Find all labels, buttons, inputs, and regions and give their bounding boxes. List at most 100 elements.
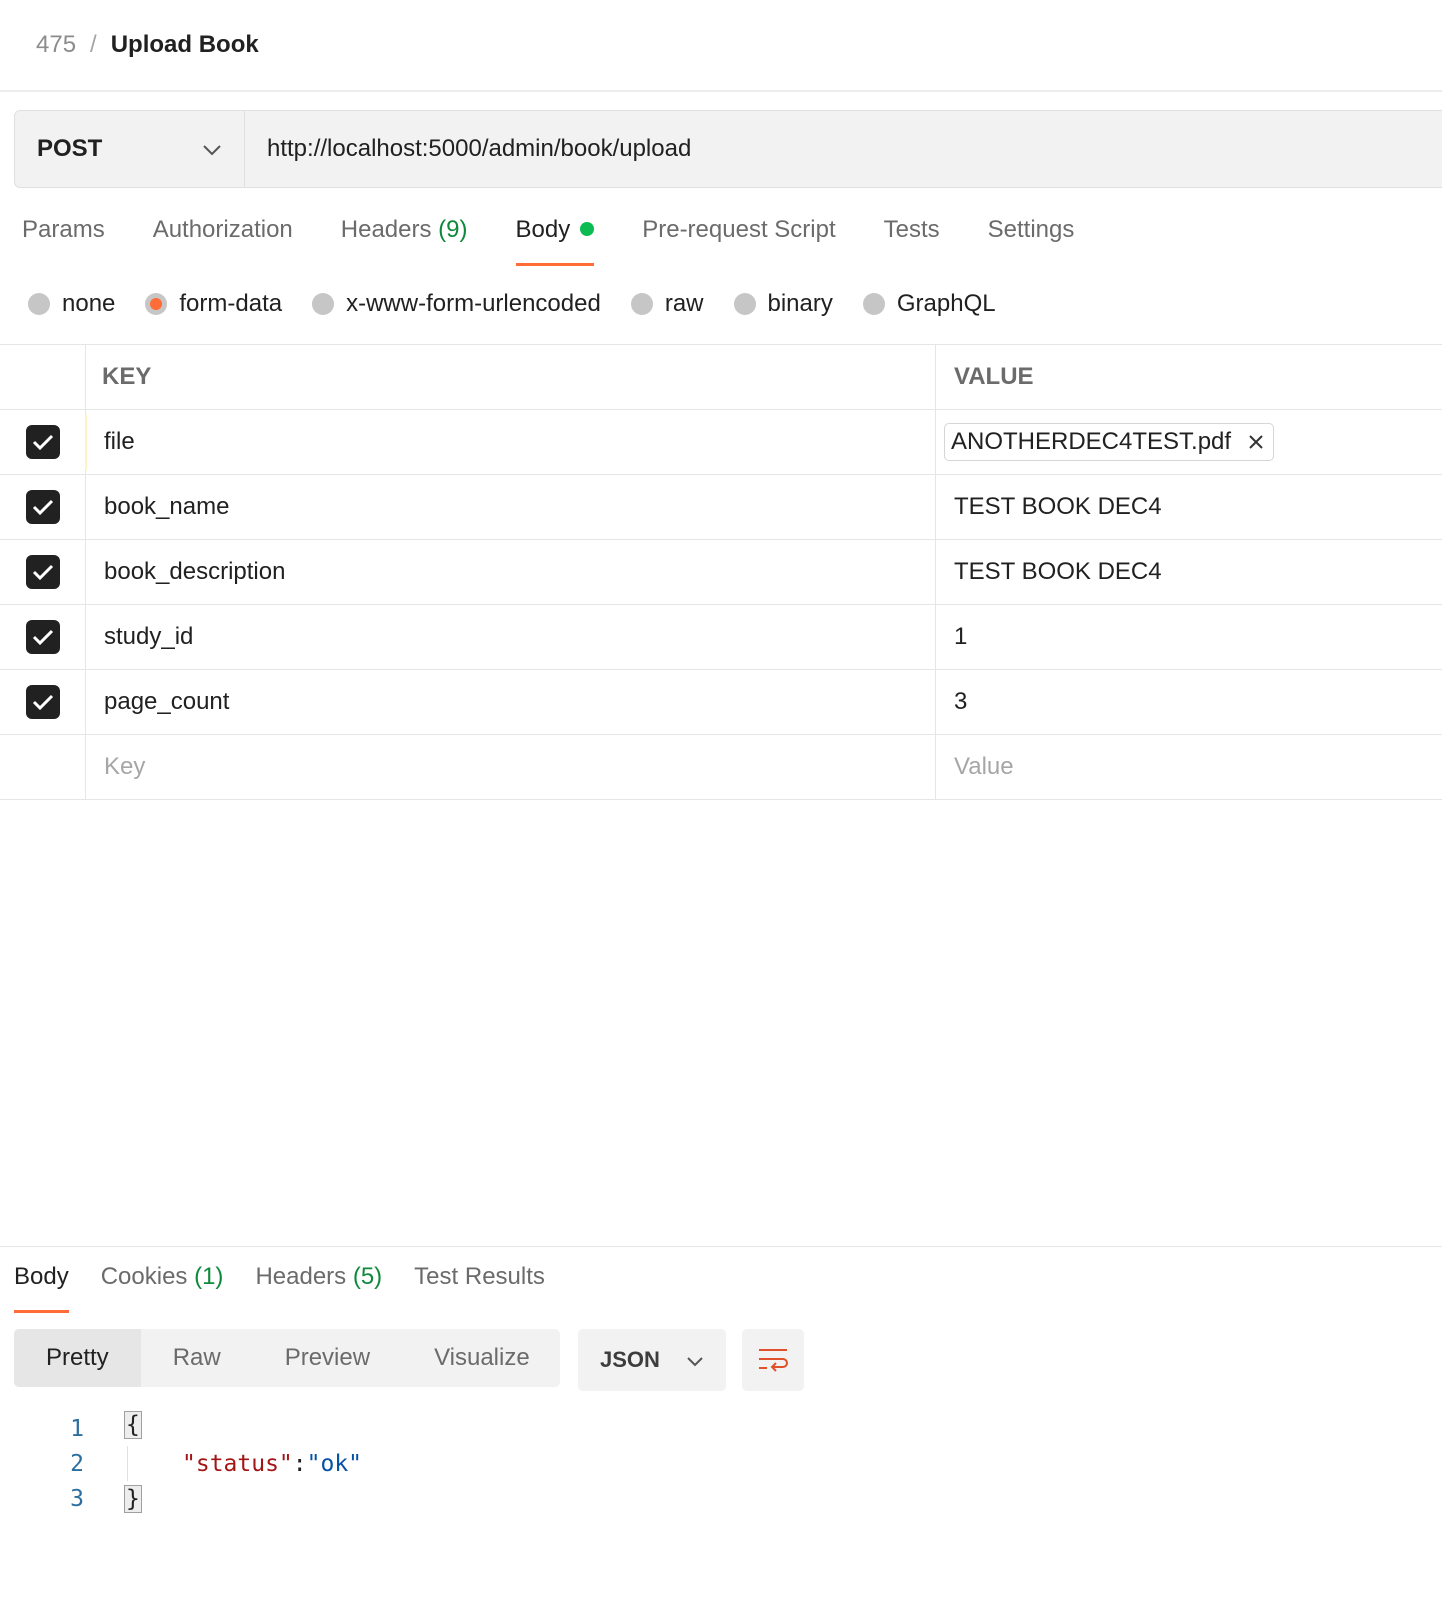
body-type-options: none form-data x-www-form-urlencoded raw… <box>28 290 1026 318</box>
tab-params[interactable]: Params <box>22 216 105 266</box>
file-chip: ANOTHERDEC4TEST.pdf <box>944 423 1275 461</box>
radio-x-www-form-urlencoded[interactable]: x-www-form-urlencoded <box>312 290 601 318</box>
row-check-cell <box>0 540 86 604</box>
table-header: KEY VALUE <box>0 345 1442 410</box>
code-line: 3 } <box>0 1481 362 1516</box>
row-checkbox[interactable] <box>25 555 60 589</box>
line-number: 3 <box>70 1485 84 1512</box>
row-check-cell <box>0 670 86 734</box>
radio-graphql[interactable]: GraphQL <box>862 290 996 318</box>
code-line: 2 "status": "ok" <box>0 1446 362 1481</box>
radio-button[interactable] <box>733 293 756 315</box>
value-field[interactable]: 1 <box>936 605 1442 669</box>
format-select[interactable]: JSON <box>578 1329 726 1391</box>
file-name: ANOTHERDEC4TEST.pdf <box>951 428 1232 455</box>
value-field[interactable]: 3 <box>936 670 1442 734</box>
code-line: 1 { <box>0 1411 362 1446</box>
response-tab-cookies[interactable]: Cookies (1) <box>101 1263 224 1313</box>
response-code: 1 { 2 "status": "ok" 3 } <box>0 1411 362 1516</box>
body-modified-dot <box>580 221 595 236</box>
response-panel: Body Cookies (1) Headers (5) Test Result… <box>0 1246 1442 1513</box>
radio-form-data[interactable]: form-data <box>145 290 282 318</box>
row-check-cell <box>0 410 86 474</box>
column-header-key: KEY <box>86 345 936 409</box>
view-visualize-button[interactable]: Visualize <box>402 1329 562 1387</box>
table-row: file ANOTHERDEC4TEST.pdf <box>0 410 1442 475</box>
key-field[interactable]: page_count <box>86 670 936 734</box>
method-label: POST <box>37 135 103 162</box>
radio-button[interactable] <box>312 293 335 315</box>
response-tab-body[interactable]: Body <box>14 1263 69 1313</box>
radio-button-selected[interactable] <box>145 293 168 315</box>
close-icon[interactable] <box>1247 433 1265 451</box>
radio-button[interactable] <box>28 293 50 315</box>
breadcrumb-parent[interactable]: 475 <box>36 31 76 59</box>
view-pretty-button[interactable]: Pretty <box>14 1329 141 1387</box>
column-header-value: VALUE <box>954 363 1034 390</box>
breadcrumb: 475 / Upload Book <box>0 0 1442 92</box>
headers-count: (9) <box>438 216 468 243</box>
row-checkbox[interactable] <box>25 425 60 459</box>
check-icon <box>32 564 53 581</box>
table-row-new: Key Value <box>0 735 1442 800</box>
radio-button[interactable] <box>862 293 885 315</box>
key-field[interactable]: file <box>85 410 936 474</box>
open-brace: { <box>124 1411 142 1439</box>
row-checkbox[interactable] <box>25 490 60 524</box>
new-value-field[interactable]: Value <box>936 735 1442 799</box>
view-mode-group: Pretty Raw Preview Visualize <box>14 1329 560 1387</box>
tab-tests[interactable]: Tests <box>884 216 940 266</box>
row-checkbox[interactable] <box>25 685 60 719</box>
key-field[interactable]: study_id <box>86 605 936 669</box>
url-input[interactable]: http://localhost:5000/admin/book/upload <box>245 111 691 187</box>
json-key: "status" <box>182 1450 293 1477</box>
line-number: 2 <box>70 1450 84 1477</box>
key-field[interactable]: book_name <box>86 475 936 539</box>
value-field[interactable]: TEST BOOK DEC4 <box>936 475 1442 539</box>
value-field[interactable]: TEST BOOK DEC4 <box>936 540 1442 604</box>
radio-none[interactable]: none <box>28 290 115 318</box>
chevron-down-icon <box>686 1347 704 1373</box>
view-raw-button[interactable]: Raw <box>141 1329 253 1387</box>
row-checkbox[interactable] <box>25 620 60 654</box>
row-check-cell <box>0 735 86 799</box>
response-headers-count: (5) <box>352 1263 383 1290</box>
radio-button[interactable] <box>630 293 653 315</box>
close-brace: } <box>124 1484 142 1513</box>
radio-binary[interactable]: binary <box>733 290 833 318</box>
response-tab-test-results[interactable]: Test Results <box>414 1263 545 1313</box>
tab-authorization[interactable]: Authorization <box>153 216 293 266</box>
form-data-table: KEY VALUE file ANOTHERDEC4TEST.pdf book_… <box>0 344 1442 800</box>
wrap-lines-icon <box>759 1349 788 1372</box>
request-title[interactable]: Upload Book <box>111 31 259 59</box>
code-gutter: { <box>124 1411 142 1446</box>
table-row: book_description TEST BOOK DEC4 <box>0 540 1442 605</box>
check-icon <box>32 499 53 516</box>
table-row: page_count 3 <box>0 670 1442 735</box>
request-tabs: Params Authorization Headers (9) Body Pr… <box>22 216 1122 266</box>
cookies-count: (1) <box>194 1263 224 1290</box>
response-tab-headers[interactable]: Headers (5) <box>255 1263 382 1313</box>
value-field[interactable]: ANOTHERDEC4TEST.pdf <box>936 410 1442 474</box>
response-tabs: Body Cookies (1) Headers (5) Test Result… <box>14 1263 577 1313</box>
tab-settings[interactable]: Settings <box>988 216 1075 266</box>
json-value: "ok" <box>306 1450 363 1477</box>
view-preview-button[interactable]: Preview <box>253 1329 402 1387</box>
tab-pre-request-script[interactable]: Pre-request Script <box>642 216 835 266</box>
header-check-cell <box>0 345 86 409</box>
indent-guide <box>127 1446 128 1481</box>
radio-raw[interactable]: raw <box>630 290 704 318</box>
check-icon <box>32 434 53 451</box>
format-label: JSON <box>600 1347 660 1372</box>
method-select[interactable]: POST <box>15 111 245 187</box>
check-icon <box>32 694 53 711</box>
new-key-field[interactable]: Key <box>86 735 936 799</box>
wrap-lines-button[interactable] <box>742 1329 804 1391</box>
check-icon <box>32 629 53 646</box>
tab-headers[interactable]: Headers (9) <box>341 216 468 266</box>
json-colon: : <box>292 1450 307 1477</box>
tab-body[interactable]: Body <box>515 216 595 266</box>
table-row: book_name TEST BOOK DEC4 <box>0 475 1442 540</box>
key-field[interactable]: book_description <box>86 540 936 604</box>
row-check-cell <box>0 475 86 539</box>
